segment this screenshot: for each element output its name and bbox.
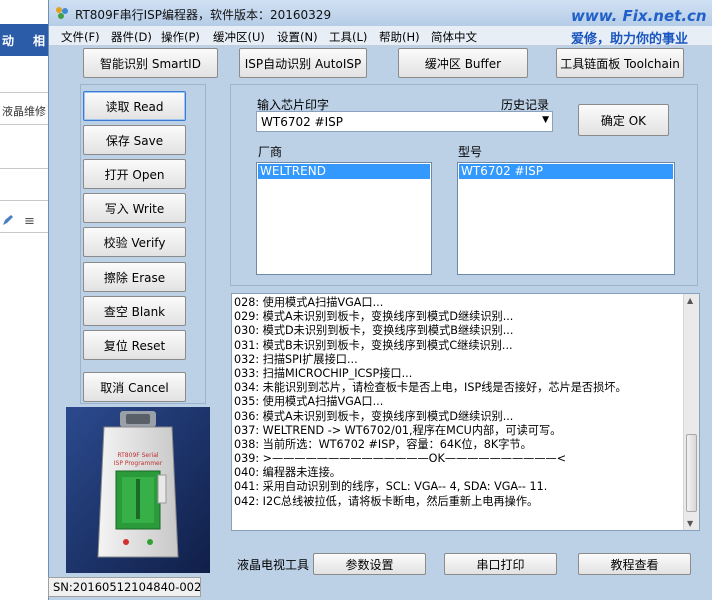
programmer-device-image: RT809F Serial ISP Programmer (66, 407, 210, 573)
open-button[interactable]: 打开 Open (83, 159, 186, 189)
scroll-down-arrow-icon[interactable]: ▼ (687, 519, 693, 528)
verify-button[interactable]: 校验 Verify (83, 227, 186, 257)
background-app-text: 液晶维修 (2, 105, 46, 118)
model-list-item[interactable]: WT6702 #ISP (459, 164, 673, 179)
menu-buffer[interactable]: 缓冲区(U) (213, 29, 265, 45)
log-output[interactable]: 028: 使用模式A扫描VGA口... 029: 模式A未识别到板卡，变换线序到… (231, 293, 700, 531)
autoisp-button[interactable]: ISP自动识别 AutoISP (239, 48, 367, 78)
menu-settings[interactable]: 设置(N) (277, 29, 318, 45)
background-toolbar-icon[interactable] (2, 214, 14, 230)
watermark-slogan: 爱修，助力你的事业 (571, 32, 689, 47)
log-line: 042: I2C总线被拉低，请将板卡断电，然后重新上电再操作。 (234, 494, 539, 508)
vendor-listbox[interactable]: WELTREND (256, 162, 432, 275)
chip-marking-value: WT6702 #ISP (261, 115, 343, 129)
cancel-button[interactable]: 取消 Cancel (83, 372, 186, 402)
model-listbox[interactable]: WT6702 #ISP (457, 162, 675, 275)
log-line: 031: 模式B未识别到板卡，变换线序到模式C继续识别... (234, 338, 513, 352)
menu-help[interactable]: 帮助(H) (379, 29, 420, 45)
read-button[interactable]: 读取 Read (83, 91, 186, 121)
device-label: ISP Programmer (114, 460, 163, 467)
log-line: 029: 模式A未识别到板卡，变换线序到模式D继续识别... (234, 310, 514, 324)
log-line: 038: 当前所选：WT6702 #ISP，容量：64K位，8K字节。 (234, 437, 532, 451)
params-settings-button[interactable]: 参数设置 (313, 553, 426, 575)
vendor-label: 厂商 (258, 145, 283, 159)
watermark-url: www. Fix.net.cn (571, 7, 707, 25)
scrollbar-thumb[interactable] (686, 434, 697, 512)
background-app-tab[interactable]: 相 (33, 32, 45, 49)
blank-button[interactable]: 查空 Blank (83, 296, 186, 326)
menu-language[interactable]: 简体中文 (431, 29, 477, 45)
background-app-tab[interactable]: 动 (2, 32, 14, 49)
log-line: 033: 扫描MICROCHIP_ICSP接口... (234, 366, 413, 380)
save-button[interactable]: 保存 Save (83, 125, 186, 155)
smartid-button[interactable]: 智能识别 SmartID (83, 48, 218, 78)
log-line: 035: 使用模式A扫描VGA口... (234, 395, 384, 409)
log-line: 036: 模式A未识别到板卡，变换线序到模式D继续识别... (234, 409, 514, 423)
erase-button[interactable]: 擦除 Erase (83, 262, 186, 292)
background-toolbar-list-icon[interactable]: ≡ (24, 214, 35, 229)
programmer-device-photo: RT809F Serial ISP Programmer (66, 407, 210, 573)
serial-print-button[interactable]: 串口打印 (444, 553, 557, 575)
write-button[interactable]: 写入 Write (83, 193, 186, 223)
log-line: 040: 编程器未连接。 (234, 466, 341, 480)
log-line: 028: 使用模式A扫描VGA口... (234, 296, 384, 309)
log-line: 039: >——————————————OK——————————< (234, 452, 567, 466)
lcd-tool-label: 液晶电视工具 (237, 558, 310, 572)
log-line: 034: 未能识别到芯片，请检查板卡是否上电，ISP线是否接好，芯片是否损坏。 (234, 381, 627, 395)
buffer-button[interactable]: 缓冲区 Buffer (398, 48, 528, 78)
device-label: RT809F Serial (117, 452, 159, 459)
toolchain-button[interactable]: 工具链面板 Toolchain (556, 48, 684, 78)
window-title: RT809F串行ISP编程器，软件版本：20160329 (75, 8, 332, 22)
title-bar: RT809F串行ISP编程器，软件版本：20160329 www. Fix.ne… (49, 0, 712, 26)
log-line: 037: WELTREND -> WT6702/01,程序在MCU内部，可读可写… (234, 423, 562, 437)
reset-button[interactable]: 复位 Reset (83, 330, 186, 360)
chevron-down-icon[interactable]: ▼ (542, 115, 549, 125)
ok-button[interactable]: 确定 OK (578, 104, 669, 136)
menu-tools[interactable]: 工具(L) (329, 29, 367, 45)
model-label: 型号 (458, 145, 483, 159)
chip-marking-combobox[interactable]: WT6702 #ISP ▼ (256, 111, 553, 132)
log-scrollbar[interactable]: ▲ ▼ (683, 294, 699, 530)
tutorial-button[interactable]: 教程查看 (578, 553, 691, 575)
app-icon (56, 7, 68, 19)
menu-file[interactable]: 文件(F) (61, 29, 100, 45)
log-line: 041: 采用自动识别到的线序，SCL: VGA-- 4, SDA: VGA--… (234, 480, 548, 494)
vendor-list-item[interactable]: WELTREND (258, 164, 430, 179)
log-lines: 028: 使用模式A扫描VGA口... 029: 模式A未识别到板卡，变换线序到… (234, 296, 682, 509)
serial-number-status: SN:20160512104840-0025 (48, 577, 201, 597)
menu-operation[interactable]: 操作(P) (161, 29, 200, 45)
menu-device[interactable]: 器件(D) (111, 29, 152, 45)
scroll-up-arrow-icon[interactable]: ▲ (687, 296, 693, 305)
log-line: 032: 扫描SPI扩展接口... (234, 352, 358, 366)
log-line: 030: 模式D未识别到板卡，变换线序到模式B继续识别... (234, 324, 514, 338)
